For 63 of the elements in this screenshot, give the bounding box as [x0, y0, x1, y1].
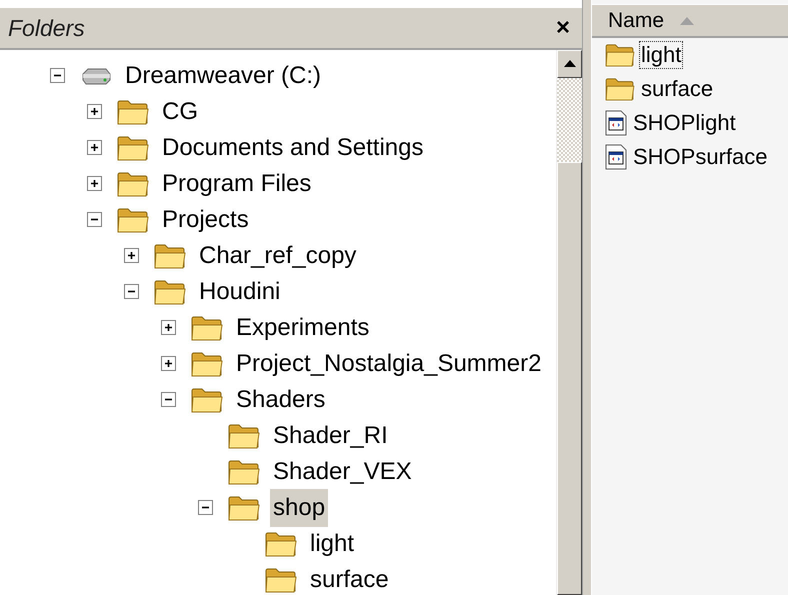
folder-icon	[228, 458, 260, 485]
expand-button[interactable]	[161, 320, 176, 336]
collapse-button[interactable]	[50, 68, 65, 84]
file-item[interactable]: light	[639, 40, 684, 70]
tree-item[interactable]: Program Files	[159, 164, 314, 203]
tree-item[interactable]: Dreamweaver (C:)	[122, 56, 324, 95]
folder-icon	[228, 422, 260, 449]
expand-button[interactable]	[124, 248, 139, 264]
tree-item[interactable]: Documents and Settings	[159, 128, 426, 167]
panel-title: Folders	[8, 14, 85, 43]
column-label: Name	[608, 8, 664, 34]
collapse-button[interactable]	[161, 392, 176, 408]
folder-icon	[605, 77, 635, 101]
folder-icon	[154, 278, 186, 305]
tree-item[interactable]: Shader_VEX	[270, 452, 415, 491]
plus-icon	[90, 143, 99, 152]
plus-icon	[127, 251, 136, 260]
tree-item[interactable]: Char_ref_copy	[196, 236, 360, 275]
folder-icon	[265, 566, 297, 593]
folder-icon	[265, 530, 297, 557]
plus-icon	[164, 359, 173, 368]
close-button[interactable]: ×	[552, 16, 574, 40]
tree-item[interactable]: shop	[270, 488, 328, 527]
drive-icon	[80, 66, 112, 86]
folder-icon	[154, 242, 186, 269]
file-item[interactable]: SHOPsurface	[631, 142, 770, 172]
up-arrow-icon	[564, 60, 576, 68]
folder-icon	[117, 206, 149, 233]
collapse-button[interactable]	[198, 500, 213, 516]
column-header[interactable]: Name	[592, 4, 788, 38]
expand-button[interactable]	[87, 176, 102, 192]
expand-button[interactable]	[87, 104, 102, 120]
tree-item[interactable]: CG	[159, 92, 201, 131]
script-file-icon	[605, 110, 627, 136]
tree-item[interactable]: light	[307, 524, 358, 563]
folder-icon	[117, 98, 149, 125]
folder-icon	[117, 170, 149, 197]
file-item[interactable]: SHOPlight	[631, 108, 738, 138]
collapse-button[interactable]	[124, 284, 139, 300]
tree-item[interactable]: Shaders	[233, 380, 328, 419]
plus-icon	[90, 179, 99, 188]
folder-icon	[228, 494, 260, 521]
tree-item[interactable]: surface	[307, 560, 392, 595]
collapse-button[interactable]	[87, 212, 102, 228]
folder-icon	[191, 314, 223, 341]
plus-icon	[90, 107, 99, 116]
script-file-icon	[605, 144, 627, 170]
vertical-scrollbar[interactable]	[556, 50, 582, 595]
scrollbar-thumb[interactable]	[557, 162, 582, 595]
scroll-up-button[interactable]	[557, 50, 582, 78]
plus-icon	[164, 323, 173, 332]
tree-item[interactable]: Shader_RI	[270, 416, 391, 455]
expand-button[interactable]	[161, 356, 176, 372]
expand-button[interactable]	[87, 140, 102, 156]
folder-icon	[191, 350, 223, 377]
tree-item[interactable]: Experiments	[233, 308, 372, 347]
tree-item[interactable]: Houdini	[196, 272, 284, 311]
tree-item[interactable]: Projects	[159, 200, 252, 239]
folder-icon	[191, 386, 223, 413]
file-item[interactable]: surface	[639, 74, 716, 104]
folder-icon	[117, 134, 149, 161]
tree-item[interactable]: Project_Nostalgia_Summer2	[233, 344, 544, 383]
folder-icon	[605, 43, 635, 67]
